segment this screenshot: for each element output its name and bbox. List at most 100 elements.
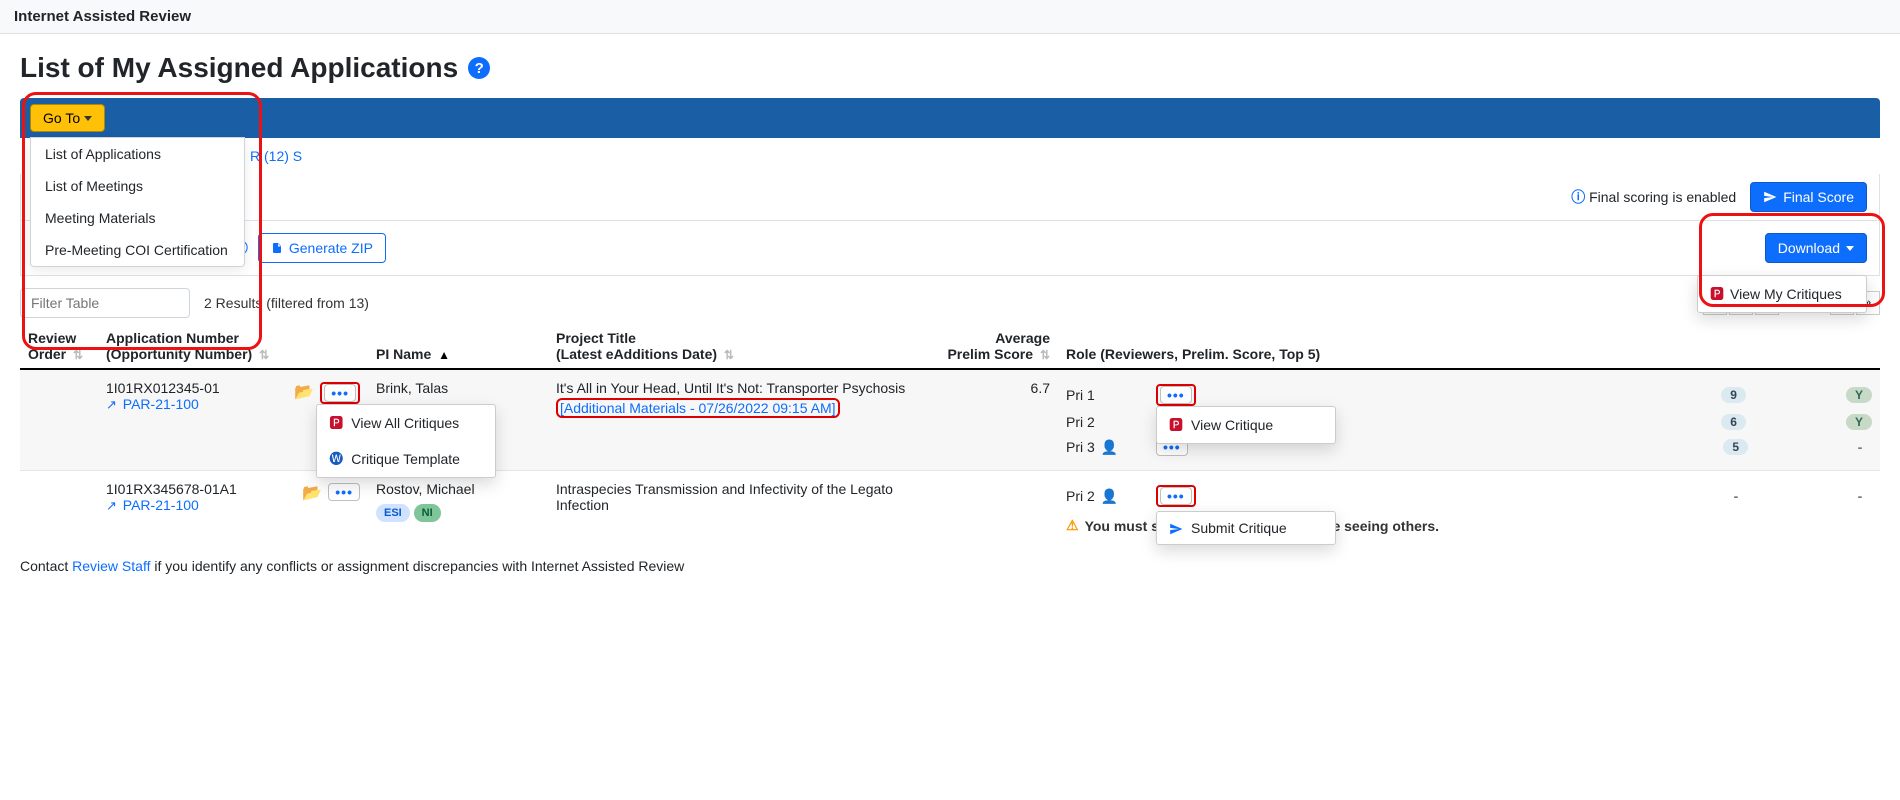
- pdf-icon: 🅿: [329, 413, 343, 433]
- sort-icon: ⇅: [73, 348, 83, 362]
- col-review-order[interactable]: Review Order ⇅: [20, 324, 98, 369]
- col-project-title[interactable]: Project Title (Latest eAdditions Date) ⇅: [548, 324, 938, 369]
- opportunity-link[interactable]: PAR-21-100: [123, 497, 199, 513]
- role-label: Pri 3 👤: [1066, 439, 1136, 456]
- sort-icon: ⇅: [724, 348, 734, 362]
- project-title: Intraspecies Transmission and Infectivit…: [548, 471, 938, 545]
- prelim-score-badge: 6: [1721, 414, 1746, 430]
- external-link-icon: ↗: [106, 498, 117, 513]
- review-staff-link[interactable]: Review Staff: [72, 558, 150, 574]
- goto-button-label: Go To: [43, 110, 80, 126]
- download-dropdown: 🅿 View My Critiques: [1697, 275, 1867, 313]
- goto-item-meetings[interactable]: List of Meetings: [31, 170, 244, 202]
- col-app-number[interactable]: Application Number (Opportunity Number) …: [98, 324, 368, 369]
- row-actions-button[interactable]: •••: [324, 384, 356, 402]
- app-number-cell: 1I01RX012345-01 ↗ PAR-21-100 📂 •••: [106, 380, 360, 413]
- col-pi-name[interactable]: PI Name ▲: [368, 324, 548, 369]
- blue-bar-wrapper: Go To List of Applications List of Meeti…: [20, 98, 1880, 174]
- download-button[interactable]: Download: [1765, 233, 1867, 263]
- action-view-all-critiques[interactable]: 🅿 View All Critiques: [317, 405, 495, 441]
- annotation-highlight-addl: [Additional Materials - 07/26/2022 09:15…: [556, 398, 840, 418]
- ni-badge: NI: [414, 504, 441, 522]
- table-row: 1I01RX345678-01A1 ↗ PAR-21-100 📂 •••: [20, 471, 1880, 545]
- folder-icon[interactable]: 📂: [302, 483, 322, 503]
- app-header: Internet Assisted Review: [0, 0, 1900, 34]
- paper-plane-icon: [1169, 520, 1183, 536]
- chevron-down-icon: [1846, 246, 1854, 251]
- goto-button[interactable]: Go To: [30, 104, 105, 132]
- action-submit-critique[interactable]: Submit Critique: [1157, 512, 1335, 544]
- scoring-right: ⓘ Final scoring is enabled Final Score: [1571, 182, 1867, 212]
- action-view-critique[interactable]: 🅿 View Critique: [1157, 407, 1335, 443]
- top5-badge: Y: [1846, 414, 1872, 430]
- results-count: 2 Results (filtered from 13): [204, 295, 369, 311]
- page-title: List of My Assigned Applications: [20, 52, 458, 84]
- table-row: 1I01RX012345-01 ↗ PAR-21-100 📂 •••: [20, 369, 1880, 471]
- breadcrumb: R (12) S: [20, 138, 1880, 174]
- final-score-button[interactable]: Final Score: [1750, 182, 1867, 212]
- info-icon: ⓘ: [1571, 189, 1585, 205]
- file-icon: [271, 241, 283, 255]
- applications-table: Review Order ⇅ Application Number (Oppor…: [20, 324, 1880, 544]
- col-role: Role (Reviewers, Prelim. Score, Top 5): [1058, 324, 1880, 369]
- goto-dropdown: List of Applications List of Meetings Me…: [30, 137, 245, 267]
- word-icon: 🅦: [329, 449, 343, 469]
- breadcrumb-link[interactable]: R (12) S: [250, 148, 302, 164]
- scoring-row: tions ⓘ Final scoring is enabled Final S…: [20, 174, 1880, 221]
- top5-badge: Y: [1846, 387, 1872, 403]
- role-actions-dropdown: 🅿 View Critique: [1156, 406, 1336, 444]
- annotation-highlight-dots: •••: [320, 382, 360, 404]
- page-title-row: List of My Assigned Applications ?: [20, 52, 1880, 84]
- sort-up-icon: ▲: [438, 348, 450, 362]
- filter-input[interactable]: [20, 288, 190, 318]
- sort-icon: ⇅: [1040, 348, 1050, 362]
- col-avg-score[interactable]: Average Prelim Score ⇅: [938, 324, 1058, 369]
- pdf-icon: 🅿: [1169, 415, 1183, 435]
- goto-item-applications[interactable]: List of Applications: [31, 138, 244, 170]
- footer-note: Contact Review Staff if you identify any…: [20, 558, 1880, 574]
- avg-prelim-score: [938, 471, 1058, 545]
- page-body: List of My Assigned Applications ? Go To…: [0, 34, 1900, 604]
- role-label: Pri 2: [1066, 414, 1136, 430]
- user-icon: 👤: [1101, 439, 1118, 456]
- role-label: Pri 2 👤: [1066, 488, 1136, 505]
- role-actions-button[interactable]: •••: [1160, 487, 1192, 505]
- role-actions-dropdown: Submit Critique: [1156, 511, 1336, 545]
- download-wrapper: Download 🅿 View My Critiques: [1765, 233, 1867, 263]
- goto-item-materials[interactable]: Meeting Materials: [31, 202, 244, 234]
- prelim-score-badge: -: [1724, 488, 1748, 504]
- role-row: Pri 2 👤 •••: [1066, 481, 1872, 511]
- prelim-score-badge: 5: [1723, 439, 1748, 455]
- download-item-view-critiques[interactable]: 🅿 View My Critiques: [1698, 276, 1866, 312]
- user-icon: 👤: [1101, 488, 1118, 505]
- filter-row: 2 Results (filtered from 13) ▤ « ‹ 1 of …: [20, 288, 1880, 318]
- goto-item-coi[interactable]: Pre-Meeting COI Certification: [31, 234, 244, 266]
- generate-zip-button[interactable]: Generate ZIP: [258, 233, 386, 263]
- opportunity-link[interactable]: PAR-21-100: [123, 396, 199, 412]
- row-actions-button[interactable]: •••: [328, 483, 360, 501]
- warning-icon: ⚠: [1066, 517, 1079, 534]
- folder-icon[interactable]: 📂: [294, 382, 314, 402]
- external-link-icon: ↗: [106, 397, 117, 412]
- chevron-down-icon: [84, 116, 92, 121]
- annotation-highlight-role-dots: •••: [1156, 384, 1196, 406]
- help-icon[interactable]: ?: [468, 57, 490, 79]
- additional-materials-link[interactable]: [Additional Materials - 07/26/2022 09:15…: [560, 400, 836, 416]
- top5-badge: -: [1848, 439, 1872, 455]
- esi-badge: ESI: [376, 504, 410, 522]
- role-actions-button[interactable]: •••: [1160, 386, 1192, 404]
- project-title: It's All in Your Head, Until It's Not: T…: [556, 380, 930, 396]
- app-number-cell: 1I01RX345678-01A1 ↗ PAR-21-100 📂 •••: [106, 481, 360, 514]
- action-critique-template[interactable]: 🅦 Critique Template: [317, 441, 495, 477]
- role-label: Pri 1: [1066, 387, 1136, 403]
- pdf-icon: 🅿: [1710, 284, 1724, 304]
- role-row: Pri 1 ••• 🅿 View Critique: [1066, 380, 1872, 410]
- application-number: 1I01RX345678-01A1: [106, 481, 237, 497]
- scoring-status: ⓘ Final scoring is enabled: [1571, 187, 1736, 207]
- annotation-highlight-role-dots: •••: [1156, 485, 1196, 507]
- avg-prelim-score: 6.7: [938, 369, 1058, 471]
- row-actions-dropdown: 🅿 View All Critiques 🅦 Critique Template: [316, 404, 496, 478]
- sort-icon: ⇅: [259, 348, 269, 362]
- paper-plane-icon: [1763, 190, 1777, 204]
- application-number: 1I01RX012345-01: [106, 380, 220, 396]
